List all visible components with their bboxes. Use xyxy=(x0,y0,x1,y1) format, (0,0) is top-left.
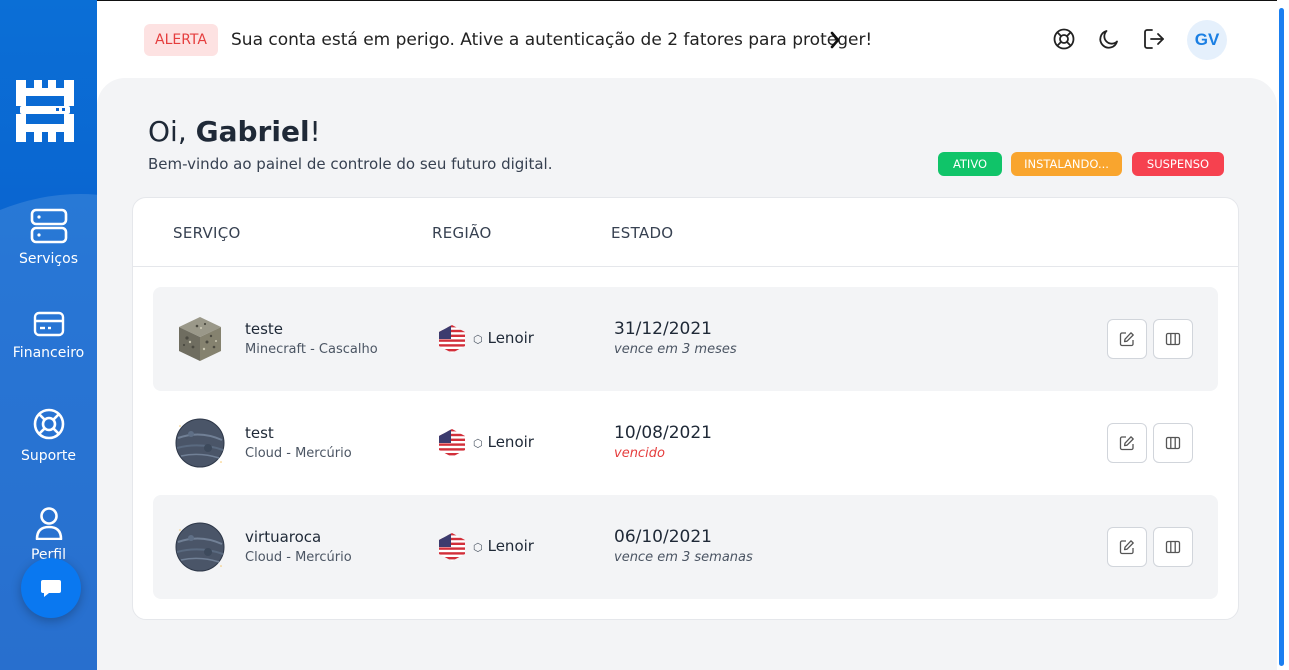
region-name: Lenoir xyxy=(487,537,534,555)
services-table: SERVIÇO REGIÃO ESTADO teste Minecraft - … xyxy=(132,197,1239,620)
expiry-date: 10/08/2021 xyxy=(614,423,712,443)
scrollbar-thumb[interactable] xyxy=(1279,8,1284,666)
gravel-block-icon xyxy=(179,317,221,361)
region-name: Lenoir xyxy=(487,433,534,451)
columns-button[interactable] xyxy=(1153,527,1193,567)
service-plan: Minecraft - Cascalho xyxy=(245,342,378,357)
service-name: teste xyxy=(245,320,284,338)
expiry-note: vence em 3 semanas xyxy=(614,550,753,565)
mercury-planet-icon xyxy=(175,522,225,572)
logo-icon xyxy=(16,80,74,142)
service-plan: Cloud - Mercúrio xyxy=(245,550,352,565)
table-row[interactable]: teste Minecraft - Cascalho ⬡ Lenoir 31/12… xyxy=(153,287,1218,391)
sidebar: Serviços Financeiro Suporte Perfil xyxy=(0,0,97,670)
columns-button[interactable] xyxy=(1153,319,1193,359)
expiry-date: 06/10/2021 xyxy=(614,527,712,547)
sidebar-item-financeiro[interactable]: Financeiro xyxy=(0,310,97,362)
credit-card-icon xyxy=(33,311,64,337)
sidebar-item-servicos[interactable]: Serviços xyxy=(0,208,97,268)
column-header-servico: SERVIÇO xyxy=(173,224,241,242)
region-label: ⬡ Lenoir xyxy=(473,329,534,347)
chevron-right-icon[interactable] xyxy=(829,31,841,49)
expiry-note: vence em 3 meses xyxy=(614,342,737,357)
service-name: test xyxy=(245,424,274,442)
expiry-date: 31/12/2021 xyxy=(614,319,712,339)
chat-button[interactable] xyxy=(21,558,81,618)
columns-icon xyxy=(1165,436,1181,450)
lifebuoy-icon xyxy=(33,408,64,440)
greeting-suffix: ! xyxy=(309,115,321,148)
mercury-planet-icon xyxy=(175,418,225,468)
sidebar-item-label: Financeiro xyxy=(12,345,85,361)
support-icon[interactable] xyxy=(1052,27,1076,51)
sidebar-item-perfil[interactable]: Perfil xyxy=(0,506,97,564)
main-content: Oi, Gabriel! Bem-vindo ao painel de cont… xyxy=(97,78,1277,670)
table-row[interactable]: virtuaroca Cloud - Mercúrio ⬡ Lenoir 06/1… xyxy=(153,495,1218,599)
top-bar: ALERTA Sua conta está em perigo. Ative a… xyxy=(97,0,1277,78)
logout-icon[interactable] xyxy=(1142,27,1166,51)
greeting-name: Gabriel xyxy=(195,115,310,148)
sidebar-item-label: Serviços xyxy=(19,251,78,267)
edit-button[interactable] xyxy=(1107,527,1147,567)
service-name: virtuaroca xyxy=(245,528,322,546)
page-title: Oi, Gabriel! xyxy=(148,115,321,148)
table-header: SERVIÇO REGIÃO ESTADO xyxy=(133,198,1238,267)
us-flag-icon xyxy=(439,533,465,561)
columns-icon xyxy=(1165,332,1181,346)
region-label: ⬡ Lenoir xyxy=(473,433,534,451)
columns-button[interactable] xyxy=(1153,423,1193,463)
server-icon xyxy=(30,208,67,244)
hexagon-icon: ⬡ xyxy=(473,437,483,450)
us-flag-icon xyxy=(439,429,465,457)
hexagon-icon: ⬡ xyxy=(473,541,483,554)
column-header-regiao: REGIÃO xyxy=(432,224,492,242)
user-icon xyxy=(35,507,62,540)
expiry-note: vencido xyxy=(614,446,665,461)
columns-icon xyxy=(1165,540,1181,554)
status-legend-ativo: ATIVO xyxy=(938,152,1002,176)
chat-icon xyxy=(41,580,61,597)
table-row[interactable]: test Cloud - Mercúrio ⬡ Lenoir 10/08/2021… xyxy=(153,391,1218,495)
alert-message[interactable]: Sua conta está em perigo. Ative a autent… xyxy=(231,30,872,50)
service-plan: Cloud - Mercúrio xyxy=(245,446,352,461)
sidebar-item-suporte[interactable]: Suporte xyxy=(0,407,97,465)
status-legend-instalando: INSTALANDO... xyxy=(1011,152,1122,176)
welcome-text: Bem-vindo ao painel de controle do seu f… xyxy=(148,155,553,173)
hexagon-icon: ⬡ xyxy=(473,333,483,346)
edit-icon xyxy=(1119,332,1134,347)
region-label: ⬡ Lenoir xyxy=(473,537,534,555)
edit-icon xyxy=(1119,540,1134,555)
edit-button[interactable] xyxy=(1107,423,1147,463)
region-name: Lenoir xyxy=(487,329,534,347)
alert-badge: ALERTA xyxy=(144,24,218,56)
moon-icon[interactable] xyxy=(1097,27,1121,51)
status-legend-suspenso: SUSPENSO xyxy=(1132,152,1224,176)
column-header-estado: ESTADO xyxy=(611,224,674,242)
edit-button[interactable] xyxy=(1107,319,1147,359)
us-flag-icon xyxy=(439,325,465,353)
edit-icon xyxy=(1119,436,1134,451)
sidebar-item-label: Suporte xyxy=(20,448,77,464)
greeting-prefix: Oi, xyxy=(148,115,196,148)
avatar[interactable]: GV xyxy=(1187,20,1227,60)
